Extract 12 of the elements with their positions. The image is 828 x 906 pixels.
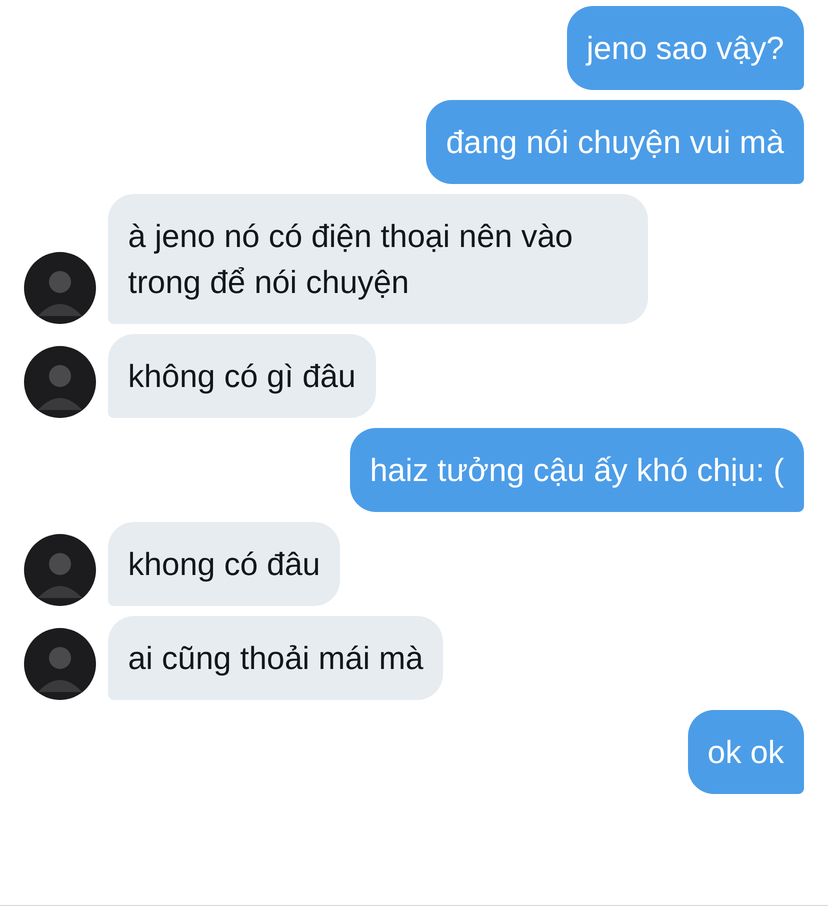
sent-message-bubble: ok ok	[688, 710, 804, 794]
avatar	[24, 252, 96, 324]
avatar	[24, 346, 96, 418]
received-message-bubble: không có gì đâu	[108, 334, 376, 418]
sent-message-bubble: jeno sao vậy?	[566, 6, 804, 90]
received-message-bubble: à jeno nó có điện thoại nên vào trong để nói chuyện	[108, 194, 648, 324]
avatar	[24, 628, 96, 700]
sent-message-bubble: haiz tưởng cậu ấy khó chịu: (	[350, 428, 804, 512]
received-message-bubble: khong có đâu	[108, 522, 340, 606]
sent-message-bubble: đang nói chuyện vui mà	[426, 100, 804, 184]
avatar	[24, 534, 96, 606]
received-message-bubble: ai cũng thoải mái mà	[108, 616, 444, 700]
